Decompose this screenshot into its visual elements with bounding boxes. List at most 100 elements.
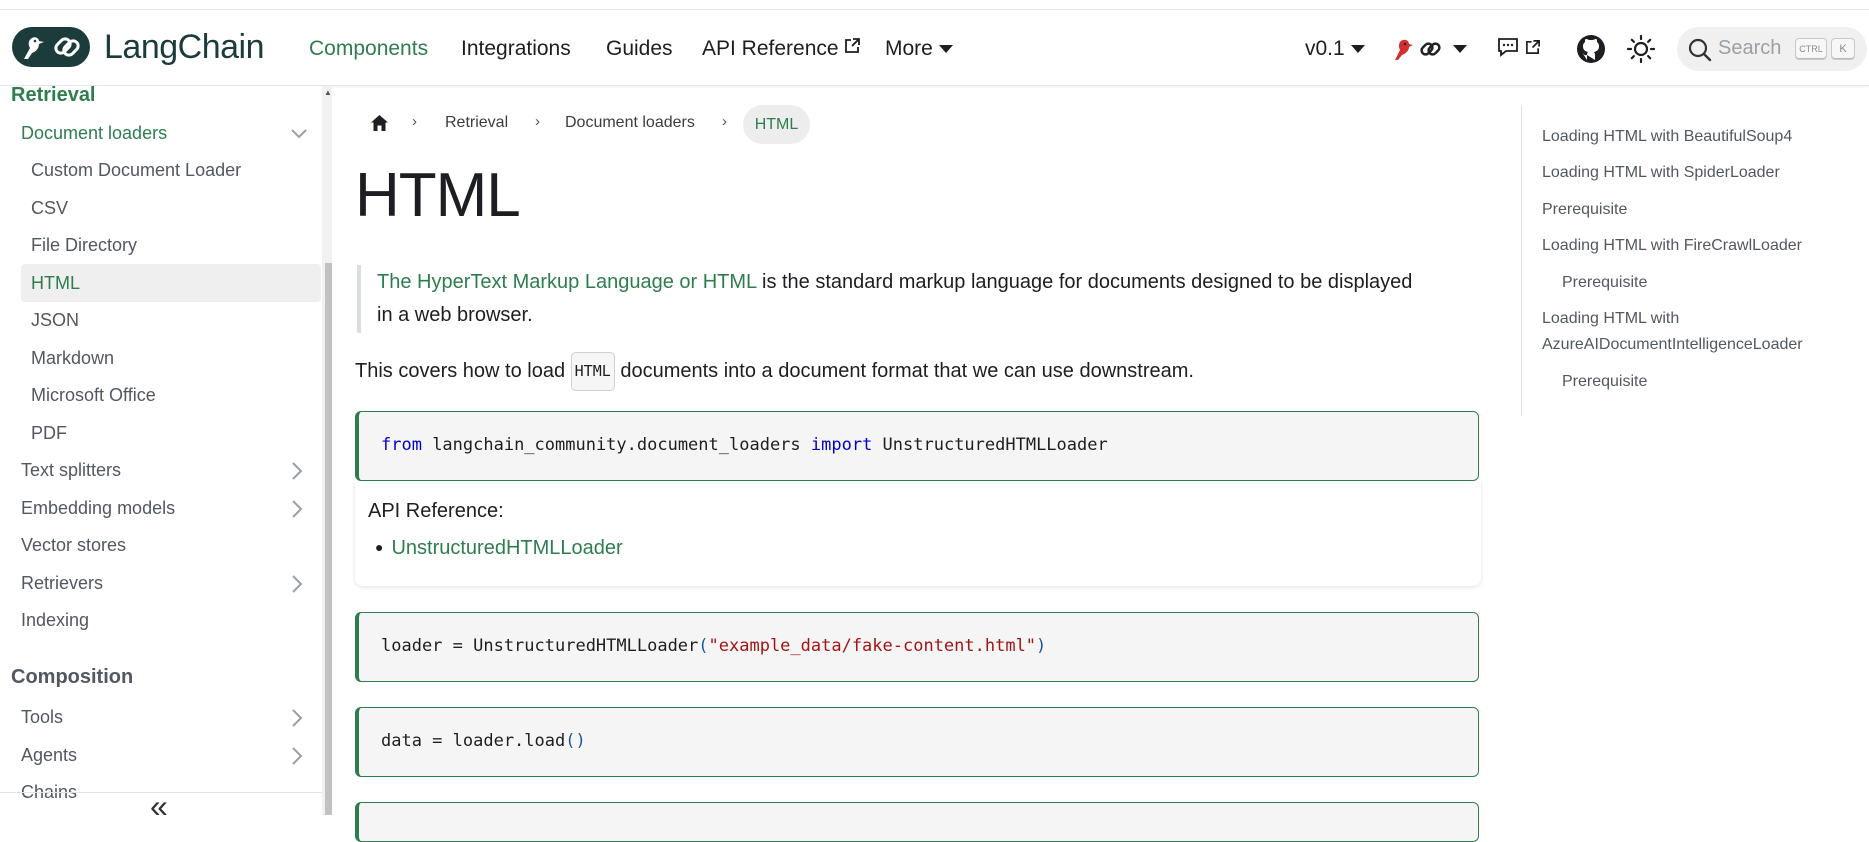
chevron-right-icon[interactable] xyxy=(290,499,304,519)
intro-paragraph: This covers how to load HTML documents i… xyxy=(355,352,1194,391)
github-icon[interactable] xyxy=(1576,34,1606,64)
nav-integrations[interactable]: Integrations xyxy=(461,37,571,61)
breadcrumb-retrieval[interactable]: Retrieval xyxy=(445,114,508,132)
sidebar-item-custom-document-loader[interactable]: Custom Document Loader xyxy=(31,160,241,181)
chevron-right-icon[interactable] xyxy=(290,746,304,766)
code-paren: () xyxy=(565,731,586,751)
external-link-icon xyxy=(845,38,861,53)
version-label: v0.1 xyxy=(1305,37,1345,60)
nav-more-dropdown[interactable]: More xyxy=(885,37,953,61)
nav-components[interactable]: Components xyxy=(309,37,428,61)
nav-guides[interactable]: Guides xyxy=(606,37,673,61)
breadcrumb-separator-icon: › xyxy=(412,113,417,130)
nav-api-reference[interactable]: API Reference xyxy=(702,37,861,61)
code-text: UnstructuredHTMLLoader xyxy=(872,435,1108,455)
version-dropdown[interactable]: v0.1 xyxy=(1305,37,1365,61)
code-text: loader = UnstructuredHTMLLoader xyxy=(381,636,699,656)
html-definition-link[interactable]: The HyperText Markup Language or HTML xyxy=(377,271,756,293)
langchain-logo[interactable] xyxy=(12,27,90,67)
inline-code-html: HTML xyxy=(570,352,615,391)
sidebar-item-file-directory[interactable]: File Directory xyxy=(31,235,137,256)
chevron-right-icon[interactable] xyxy=(290,461,304,481)
intro-text-before: This covers how to load xyxy=(355,359,571,382)
collapse-sidebar-icon[interactable]: « xyxy=(150,790,168,815)
code-block-loader[interactable]: loader = UnstructuredHTMLLoader("example… xyxy=(355,612,1479,682)
sidebar-item-csv[interactable]: CSV xyxy=(31,198,68,219)
chain-link-icon xyxy=(54,37,80,57)
breadcrumb-current: HTML xyxy=(743,105,810,144)
breadcrumb-separator-icon: › xyxy=(722,113,727,130)
parrot-icon xyxy=(1395,39,1413,60)
ecosystem-dropdown[interactable] xyxy=(1391,34,1467,64)
code-paren: ( xyxy=(698,636,709,656)
toc-item-firecrawlloader[interactable]: Loading HTML with FireCrawlLoader xyxy=(1542,233,1802,259)
toc-item-azure-loader[interactable]: Loading HTML with AzureAIDocumentIntelli… xyxy=(1542,306,1803,358)
code-block-next[interactable] xyxy=(355,802,1479,842)
sidebar-item-markdown[interactable]: Markdown xyxy=(31,348,114,369)
theme-toggle-icon[interactable] xyxy=(1626,34,1656,64)
kbd-ctrl: CTRL xyxy=(1795,38,1827,60)
home-icon[interactable] xyxy=(370,114,389,132)
top-navbar: LangChain Components Integrations Guides… xyxy=(0,10,1869,86)
sidebar-item-indexing[interactable]: Indexing xyxy=(21,610,89,631)
sidebar-item-document-loaders[interactable]: Document loaders xyxy=(21,123,167,144)
toc-item-beautifulsoup4[interactable]: Loading HTML with BeautifulSoup4 xyxy=(1542,124,1792,150)
nav-more-label: More xyxy=(885,37,933,60)
blockquote-bar xyxy=(357,265,361,333)
kbd-k: K xyxy=(1831,38,1855,60)
search-button[interactable]: Search CTRL K xyxy=(1677,27,1867,71)
toc-item-azure-line-2: AzureAIDocumentIntelligenceLoader xyxy=(1542,336,1803,353)
toc-divider xyxy=(1521,106,1522,416)
toc-item-azure-line-1: Loading HTML with xyxy=(1542,310,1680,327)
blockquote-text-2: in a web browser. xyxy=(377,304,533,326)
sidebar-item-html[interactable]: HTML xyxy=(31,273,80,294)
toc-item-prerequisite[interactable]: Prerequisite xyxy=(1562,369,1647,395)
sidebar-item-microsoft-office[interactable]: Microsoft Office xyxy=(31,385,156,406)
chevron-down-icon[interactable] xyxy=(290,127,308,141)
toc-item-spiderloader[interactable]: Loading HTML with SpiderLoader xyxy=(1542,160,1780,186)
code-text: langchain_community.document_loaders xyxy=(421,435,811,455)
external-link-icon xyxy=(1526,40,1540,54)
chat-external-link[interactable] xyxy=(1497,37,1541,57)
api-reference-link[interactable]: UnstructuredHTMLLoader xyxy=(391,537,622,559)
search-icon xyxy=(1688,38,1712,62)
breadcrumb-separator-icon: › xyxy=(535,113,540,130)
sidebar-scrollbar-thumb[interactable] xyxy=(325,263,332,815)
sidebar-item-tools[interactable]: Tools xyxy=(21,707,63,728)
chevron-down-icon xyxy=(1350,45,1365,54)
blockquote: The HyperText Markup Language or HTML is… xyxy=(377,266,1412,332)
code-paren: ) xyxy=(1036,636,1047,656)
sidebar-item-retrievers[interactable]: Retrievers xyxy=(21,573,103,594)
sidebar: Retrieval Document loaders Custom Docume… xyxy=(0,86,323,815)
code-keyword: from xyxy=(381,435,422,455)
api-reference-panel: API Reference: ● UnstructuredHTMLLoader xyxy=(355,480,1481,586)
toc-item-prerequisite[interactable]: Prerequisite xyxy=(1542,197,1627,223)
sidebar-section-retrieval[interactable]: Retrieval xyxy=(11,86,96,107)
sidebar-item-text-splitters[interactable]: Text splitters xyxy=(21,460,121,481)
bullet-icon: ● xyxy=(375,539,384,555)
breadcrumb-document-loaders[interactable]: Document loaders xyxy=(565,114,695,132)
api-reference-label: API Reference: xyxy=(368,500,504,522)
sidebar-item-vector-stores[interactable]: Vector stores xyxy=(21,535,126,556)
chevron-right-icon[interactable] xyxy=(290,708,304,728)
code-string: "example_data/fake-content.html" xyxy=(708,636,1037,656)
toc-item-prerequisite[interactable]: Prerequisite xyxy=(1562,270,1647,296)
chain-link-icon xyxy=(1420,42,1441,56)
search-placeholder: Search xyxy=(1718,37,1782,59)
parrot-icon xyxy=(24,37,44,59)
sidebar-item-agents[interactable]: Agents xyxy=(21,745,77,766)
sidebar-item-embedding-models[interactable]: Embedding models xyxy=(21,498,175,519)
code-text: data = loader.load xyxy=(381,731,566,751)
blockquote-text-1: is the standard markup language for docu… xyxy=(756,271,1413,293)
scroll-up-arrow-icon[interactable]: ▲ xyxy=(324,88,332,97)
sidebar-section-composition[interactable]: Composition xyxy=(11,666,133,689)
chevron-down-icon xyxy=(938,45,953,54)
top-strip xyxy=(0,0,1869,10)
intro-text-after: documents into a document format that we… xyxy=(614,359,1194,382)
sidebar-item-json[interactable]: JSON xyxy=(31,310,79,331)
code-block-import[interactable]: from langchain_community.document_loader… xyxy=(355,411,1479,481)
sidebar-item-pdf[interactable]: PDF xyxy=(31,423,67,444)
chevron-right-icon[interactable] xyxy=(290,574,304,594)
brand-name[interactable]: LangChain xyxy=(104,28,264,67)
code-block-load[interactable]: data = loader.load() xyxy=(355,707,1479,777)
